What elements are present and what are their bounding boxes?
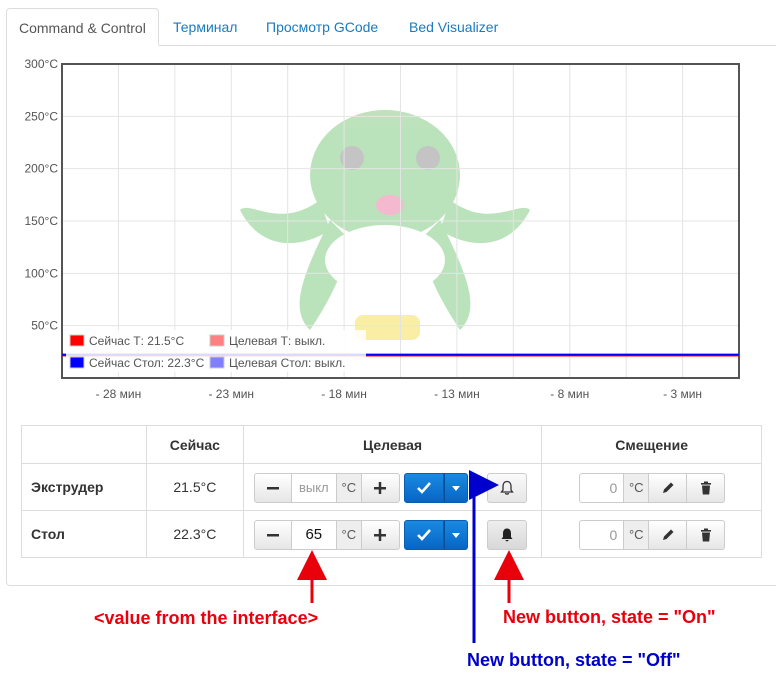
chart-legend: Сейчас Т: 21.5°C Целевая Т: выкл. Сейчас С… [66, 330, 366, 372]
temperature-table: Сейчас Целевая Смещение Экструдер 21.5°C… [21, 425, 762, 558]
delete-offset-button[interactable] [687, 473, 726, 503]
x-tick-label: - 18 мин [321, 387, 367, 401]
offset-input[interactable]: 0 [579, 473, 624, 503]
annotation-off-label: New button, state = "Off" [467, 650, 681, 670]
y-tick-label: 200°C [25, 162, 59, 176]
increase-button[interactable] [361, 473, 400, 503]
legend-label: Целевая Стол: выкл. [229, 356, 345, 370]
x-tick-label: - 28 мин [96, 387, 142, 401]
target-control-group: выкл °C [253, 473, 468, 503]
notify-toggle-button-bed[interactable] [486, 520, 527, 550]
annotation-on-label: New button, state = "On" [503, 607, 716, 627]
offset-cell: 0 °C [541, 510, 762, 558]
plus-icon [374, 482, 387, 494]
offset-cell: 0 °C [541, 463, 762, 511]
legend-swatch [209, 356, 225, 369]
legend-label: Целевая Т: выкл. [229, 334, 325, 348]
x-axis: - 28 мин - 23 мин - 18 мин - 13 мин - 8 мин -… [96, 387, 702, 401]
y-tick-label: 100°C [25, 266, 59, 280]
x-tick-label: - 3 мин [663, 387, 702, 401]
y-tick-label: 250°C [25, 109, 59, 123]
increase-button[interactable] [361, 520, 400, 550]
delete-offset-button[interactable] [687, 520, 726, 550]
set-target-button[interactable] [403, 520, 444, 550]
minus-icon [266, 487, 279, 490]
target-cell: 65 °C [242, 510, 543, 558]
unit-label: °C [335, 473, 362, 503]
x-tick-label: - 13 мин [434, 387, 480, 401]
target-input[interactable]: 65 [291, 520, 336, 550]
edit-offset-button[interactable] [649, 473, 688, 503]
row-label: Стол [21, 510, 147, 558]
header-target: Целевая [242, 425, 543, 464]
trash-icon [700, 528, 711, 542]
caret-down-icon [451, 532, 460, 538]
decrease-button[interactable] [253, 473, 292, 503]
unit-label: °C [335, 520, 362, 550]
pencil-icon [662, 529, 674, 540]
offset-control-group: 0 °C [579, 473, 726, 503]
pencil-icon [662, 482, 674, 493]
trash-icon [700, 481, 711, 495]
row-label: Экструдер [21, 463, 147, 511]
edit-offset-button[interactable] [649, 520, 688, 550]
target-cell: выкл °C [242, 463, 543, 511]
y-tick-label: 50°C [31, 319, 58, 333]
y-tick-label: 300°C [25, 57, 59, 71]
annotation-value-label: <value from the interface> [94, 608, 319, 628]
decrease-button[interactable] [253, 520, 292, 550]
check-icon [416, 482, 431, 494]
target-dropdown-toggle[interactable] [443, 473, 468, 503]
bell-outline-icon [499, 480, 514, 495]
legend-swatch [209, 334, 225, 347]
notify-toggle-button-extruder[interactable] [486, 473, 527, 503]
offset-input[interactable]: 0 [579, 520, 624, 550]
offset-control-group: 0 °C [579, 520, 726, 550]
current-temp: 21.5°C [145, 463, 244, 511]
target-input[interactable]: выкл [291, 473, 336, 503]
x-tick-label: - 23 мин [208, 387, 254, 401]
header-empty [21, 425, 147, 464]
set-target-button[interactable] [403, 473, 444, 503]
offset-unit-label: °C [623, 473, 650, 503]
y-axis: 50°C 100°C 150°C 200°C 250°C 300°C [25, 57, 59, 333]
table-header-row: Сейчас Целевая Смещение [21, 425, 762, 464]
legend-swatch [69, 356, 85, 369]
header-offset: Смещение [541, 425, 762, 464]
minus-icon [266, 534, 279, 537]
table-row-extruder: Экструдер 21.5°C выкл °C 0 °C [21, 463, 762, 511]
bell-filled-icon [501, 528, 513, 542]
target-control-group: 65 °C [253, 520, 468, 550]
x-tick-label: - 8 мин [550, 387, 589, 401]
y-tick-label: 150°C [25, 214, 59, 228]
legend-swatch [69, 334, 85, 347]
caret-down-icon [451, 485, 460, 491]
temperature-chart: 50°C100°C150°C200°C250°C300°C - 28 мин - … [25, 57, 740, 401]
plus-icon [374, 529, 387, 541]
current-temp: 22.3°C [145, 510, 244, 558]
legend-label: Сейчас Т: 21.5°C [89, 334, 184, 348]
octoprint-watermark-logo [240, 110, 530, 340]
table-row-bed: Стол 22.3°C 65 °C 0 °C [21, 510, 762, 558]
legend-label: Сейчас Стол: 22.3°C [89, 356, 205, 370]
offset-unit-label: °C [623, 520, 650, 550]
check-icon [416, 529, 431, 541]
target-dropdown-toggle[interactable] [443, 520, 468, 550]
header-current: Сейчас [145, 425, 244, 464]
